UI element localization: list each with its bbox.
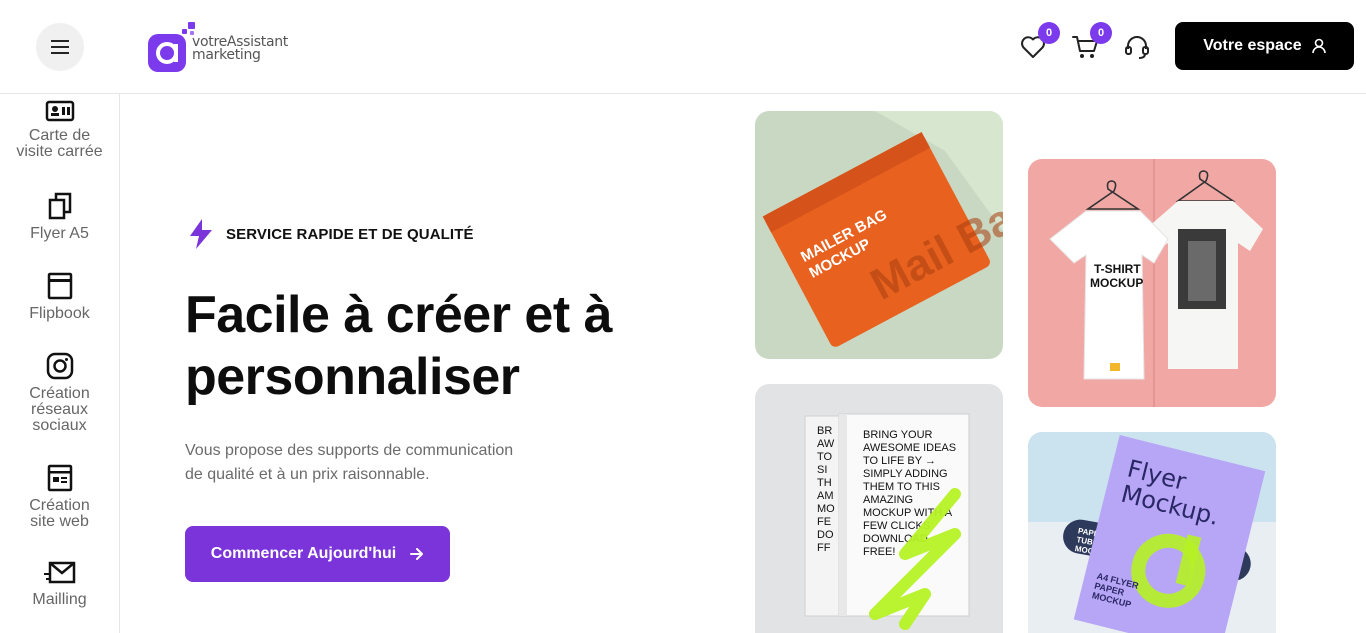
lightning-icon <box>190 219 212 249</box>
tshirt-mockup-card[interactable]: T-SHIRT MOCKUP <box>1028 159 1276 407</box>
sidebar-item-label: réseaux <box>31 401 88 418</box>
headset-icon <box>1125 36 1149 59</box>
svg-text:AW: AW <box>817 438 835 450</box>
book-image: BRING YOUR AWESOME IDEAS TO LIFE BY → SI… <box>755 384 1003 633</box>
user-icon <box>1311 38 1326 54</box>
hero-title-line-1: Facile à créer et à <box>185 286 613 344</box>
flyer-image: PAPER TUBE MOCKUP Flyer Mockup. A4 FLYER… <box>1028 432 1276 633</box>
mailer-bag-image: MAILER BAG MOCKUP Mail Back <box>755 111 1003 359</box>
hamburger-icon <box>51 40 69 54</box>
hero-desc-line-1: Vous propose des supports de communicati… <box>185 442 514 459</box>
copy-pages-icon <box>48 192 71 220</box>
book-text-line: SIMPLY ADDING <box>863 468 948 480</box>
sidebar-item-flyer-a5[interactable]: Flyer A5 <box>0 192 119 242</box>
svg-text:AM: AM <box>817 490 834 502</box>
book-text-line: BRING YOUR <box>863 429 933 441</box>
svg-text:BR: BR <box>817 425 832 437</box>
book-mockup-card[interactable]: BRING YOUR AWESOME IDEAS TO LIFE BY → SI… <box>755 384 1003 633</box>
sidebar-item-mailling[interactable]: Mailling <box>0 560 119 608</box>
mailer-bag-mockup-card[interactable]: MAILER BAG MOCKUP Mail Back <box>755 111 1003 359</box>
book-text-line: AMAZING <box>863 494 913 506</box>
book-text-line: THEM TO THIS <box>863 481 940 493</box>
hero-tagline: SERVICE RAPIDE ET DE QUALITÉ <box>188 219 474 249</box>
wishlist-count-badge: 0 <box>1038 22 1060 44</box>
tshirt-image: T-SHIRT MOCKUP <box>1028 159 1276 407</box>
svg-text:FE: FE <box>817 516 831 528</box>
sidebar-item-label: Carte de <box>28 127 91 144</box>
logo-mark-icon <box>146 20 195 72</box>
book-text-line: TO LIFE BY → <box>863 455 936 467</box>
newspaper-icon <box>47 464 72 492</box>
svg-text:MO: MO <box>817 503 835 515</box>
start-today-button[interactable]: Commencer Aujourd'hui <box>185 526 450 582</box>
support-button[interactable] <box>1122 32 1152 62</box>
book-icon <box>47 272 72 300</box>
wishlist-button[interactable]: 0 <box>1018 22 1060 62</box>
sidebar-item-flipbook[interactable]: Flipbook <box>0 272 119 322</box>
sidebar-item-label: Flipbook <box>29 305 90 322</box>
book-text-line: AWESOME IDEAS <box>863 442 956 454</box>
instagram-icon <box>46 352 73 380</box>
flyer-mockup-card[interactable]: PAPER TUBE MOCKUP Flyer Mockup. A4 FLYER… <box>1028 432 1276 633</box>
hero-description: Vous propose des supports de communicati… <box>185 439 565 487</box>
svg-text:DO: DO <box>817 529 834 541</box>
brand-logo[interactable]: votreAssistant marketing <box>146 20 288 72</box>
envelope-icon <box>43 561 75 584</box>
sidebar-item-label: Création <box>29 385 90 402</box>
sidebar-item-label: Flyer A5 <box>30 225 89 242</box>
account-button[interactable]: Votre espace <box>1175 22 1354 70</box>
sidebar-item-label: Mailling <box>32 591 87 608</box>
menu-button[interactable] <box>36 23 84 71</box>
tagline-text: SERVICE RAPIDE ET DE QUALITÉ <box>226 225 474 243</box>
tshirt-subtitle: MOCKUP <box>1090 276 1143 290</box>
book-text-line: FREE! <box>863 546 895 558</box>
arrow-right-icon <box>410 548 424 560</box>
svg-text:TO: TO <box>817 451 833 463</box>
svg-text:SI: SI <box>817 464 827 476</box>
logo-wordmark: votreAssistant marketing <box>192 35 288 63</box>
sidebar-item-label: Création <box>29 497 90 514</box>
id-card-icon <box>45 100 74 122</box>
hero-title-line-2: personnaliser <box>185 348 520 406</box>
sidebar-item-reseaux-sociaux[interactable]: Création réseaux sociaux <box>0 352 119 434</box>
category-sidebar: Carte de visite carrée Flyer A5 Flipbook… <box>0 94 120 633</box>
sidebar-item-label: sociaux <box>32 417 87 434</box>
svg-text:FF: FF <box>817 542 831 554</box>
hero-desc-line-2: de qualité et à un prix raisonnable. <box>185 466 430 483</box>
logo-line-2: marketing <box>192 47 261 63</box>
cart-count-badge: 0 <box>1090 22 1112 44</box>
cart-button[interactable]: 0 <box>1070 22 1112 62</box>
sidebar-item-carte-visite[interactable]: Carte de visite carrée <box>0 100 119 160</box>
tshirt-title: T-SHIRT <box>1094 262 1141 276</box>
account-button-label: Votre espace <box>1203 37 1302 54</box>
cta-label: Commencer Aujourd'hui <box>210 545 397 562</box>
sidebar-item-label: visite carrée <box>16 143 103 160</box>
site-header: votreAssistant marketing 0 0 Votre espac… <box>0 0 1366 94</box>
sidebar-item-label: site web <box>30 513 89 530</box>
svg-text:TH: TH <box>817 477 832 489</box>
sidebar-item-site-web[interactable]: Création site web <box>0 464 119 530</box>
hero-title: Facile à créer et à personnaliser <box>185 284 705 408</box>
